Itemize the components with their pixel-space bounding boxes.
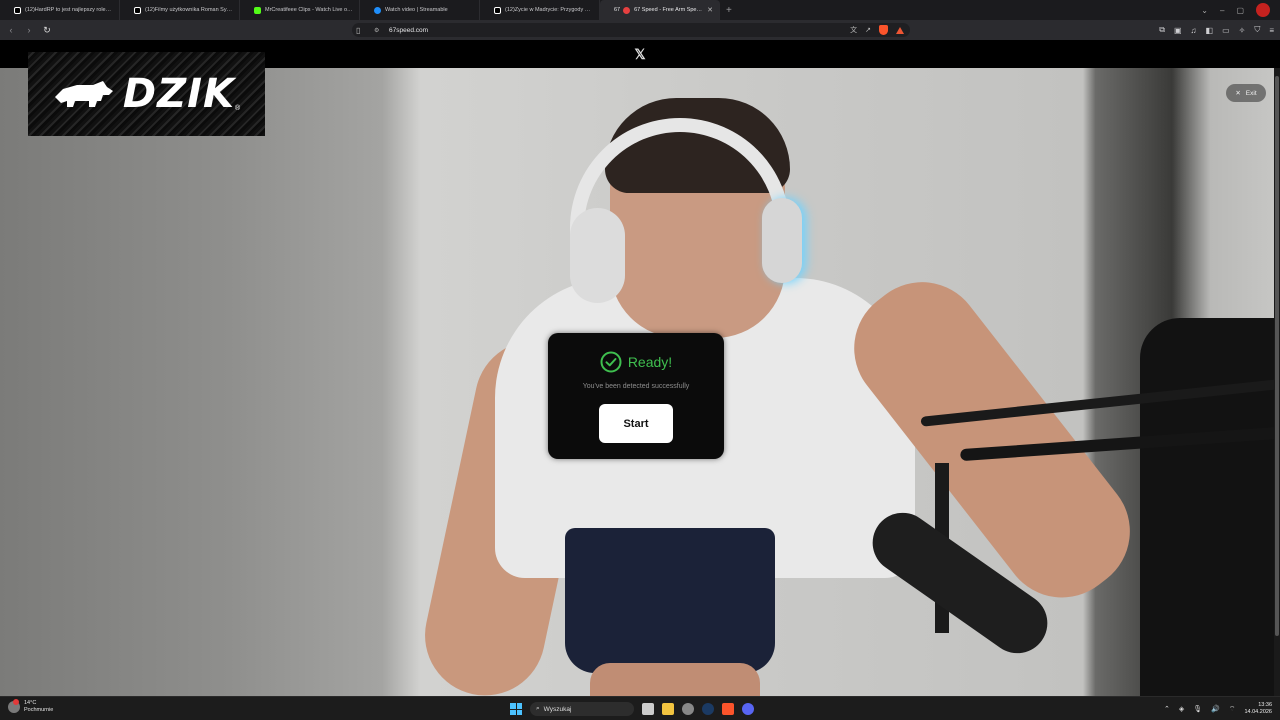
- kick-icon: [254, 6, 261, 14]
- x-logo-icon[interactable]: 𝕏: [634, 46, 645, 63]
- legs: [590, 663, 760, 696]
- sidebar-icon[interactable]: ◧: [1206, 26, 1214, 35]
- tab-prefix: 67: [614, 7, 621, 13]
- chevron-up-icon[interactable]: ⌃: [1164, 705, 1170, 713]
- weather-temp: 14°C: [24, 700, 37, 706]
- extension-red-icon[interactable]: [1256, 3, 1270, 17]
- start-button[interactable]: Start: [599, 404, 673, 443]
- brand-name: DZIK: [122, 71, 235, 117]
- tab-67speed[interactable]: 67 67 Speed - Free Arm Speed G... ✕: [600, 0, 720, 20]
- reload-icon[interactable]: ↻: [40, 23, 54, 37]
- tiktok-icon: [134, 6, 141, 14]
- brave-shield-icon[interactable]: [879, 25, 888, 35]
- ready-title: Ready!: [627, 354, 673, 370]
- navigation-bar: ‹ › ↻ ▯ ⚙ 67speed.com 文 ↗ ⧉ ▣ ♫ ◧ ▭ ✧ ⛉ …: [0, 20, 1280, 40]
- chair-background: [1140, 318, 1274, 696]
- volume-icon[interactable]: 🔊: [1211, 705, 1220, 713]
- search-placeholder: Wyszukaj: [543, 705, 572, 713]
- boar-icon: [54, 81, 113, 107]
- dzik-logo: DZIK ®: [28, 52, 265, 136]
- browser-toolbar: ⧉ ▣ ♫ ◧ ▭ ✧ ⛉ ≡: [1159, 20, 1274, 40]
- headphones-left-cup: [570, 208, 625, 303]
- steam-icon[interactable]: [702, 703, 714, 715]
- tab-title: (12)Filmy użytkownika Roman Syrot...: [145, 7, 233, 13]
- brave-icon[interactable]: [722, 703, 734, 715]
- forward-icon[interactable]: ›: [22, 23, 36, 37]
- scrollbar-thumb[interactable]: [1275, 76, 1279, 636]
- wifi-icon[interactable]: ⌔: [1229, 705, 1236, 714]
- wallet-icon[interactable]: ▣: [1174, 26, 1182, 35]
- tab-madryt[interactable]: (12)Życie w Madrycie: Przygody w Tri...: [480, 0, 600, 20]
- bookmark-icon[interactable]: ▯: [356, 26, 360, 35]
- detected-message: You've been detected successfully: [582, 383, 690, 390]
- tab-title: (12)Życie w Madrycie: Przygody w Tri...: [505, 7, 593, 13]
- weather-widget[interactable]: 14°C Pochmurnie: [8, 699, 54, 714]
- window-controls: ⌄ – ▢: [1201, 0, 1280, 20]
- tab-search-icon[interactable]: ⌄: [1201, 6, 1208, 15]
- tab-manager-icon[interactable]: ▭: [1222, 26, 1230, 35]
- tab-roman-syrot[interactable]: (12)Filmy użytkownika Roman Syrot...: [120, 0, 240, 20]
- share-icon[interactable]: ↗: [865, 26, 871, 34]
- tab-title: MrCreatifeee Clips - Watch Live on K...: [265, 7, 353, 13]
- site-info-icon[interactable]: ⚙: [374, 27, 379, 34]
- url-text[interactable]: 67speed.com: [389, 27, 428, 34]
- maximize-icon[interactable]: ▢: [1236, 6, 1244, 15]
- browser-tab-strip: (12)HardRP to jest najlepszy rolepla... …: [0, 0, 1280, 20]
- task-view-icon[interactable]: [642, 703, 654, 715]
- windows-start-icon[interactable]: [510, 703, 522, 715]
- 67-icon: [623, 6, 631, 14]
- close-tab-icon[interactable]: ✕: [707, 6, 713, 14]
- tab-title: (12)HardRP to jest najlepszy rolepla...: [25, 7, 113, 13]
- tiktok-icon: [14, 6, 21, 14]
- tab-streamable[interactable]: Watch video | Streamable: [360, 0, 480, 20]
- music-icon[interactable]: ♫: [1191, 26, 1197, 35]
- extensions-icon[interactable]: ⧉: [1159, 25, 1165, 35]
- file-explorer-icon[interactable]: [662, 703, 674, 715]
- mic-icon[interactable]: 🎙: [1193, 705, 1202, 713]
- tab-title: Watch video | Streamable: [385, 7, 448, 13]
- address-bar[interactable]: ▯ ⚙ 67speed.com 文 ↗: [352, 23, 910, 37]
- back-icon[interactable]: ‹: [4, 23, 18, 37]
- ready-header: Ready!: [548, 351, 724, 373]
- page-content: 𝕏 DZIK ® ✕ Exit Ready! You've been detec…: [0, 40, 1280, 696]
- tab-title: 67 Speed - Free Arm Speed G...: [634, 7, 703, 13]
- taskbar: 14°C Pochmurnie ⌕ Wyszukaj ⌃ ◈ 🎙 🔊 ⌔ 13:…: [0, 696, 1280, 720]
- minimize-icon[interactable]: –: [1220, 6, 1224, 15]
- leo-icon[interactable]: ✧: [1239, 26, 1246, 35]
- taskbar-search[interactable]: ⌕ Wyszukaj: [530, 702, 634, 716]
- taskbar-apps: ⌕ Wyszukaj: [510, 699, 754, 719]
- check-circle-icon: [600, 351, 622, 373]
- discord-icon[interactable]: [742, 703, 754, 715]
- system-tray: ⌃ ◈ 🎙 🔊 ⌔ 13:36 14.04.2026: [1164, 699, 1272, 719]
- translate-icon[interactable]: 文: [850, 25, 857, 35]
- tab-hardrp[interactable]: (12)HardRP to jest najlepszy rolepla...: [0, 0, 120, 20]
- streamable-icon: [374, 6, 381, 14]
- headphones-right-cup: [762, 198, 802, 283]
- weather-condition: Pochmurnie: [24, 707, 54, 713]
- tab-kick-clips[interactable]: MrCreatifeee Clips - Watch Live on K...: [240, 0, 360, 20]
- shorts: [565, 528, 775, 673]
- clock[interactable]: 13:36 14.04.2026: [1244, 702, 1272, 716]
- menu-icon[interactable]: ≡: [1269, 26, 1274, 35]
- search-icon: ⌕: [536, 705, 540, 712]
- cloud-icon: [8, 699, 20, 713]
- brave-rewards-icon[interactable]: [896, 26, 904, 34]
- new-tab-button[interactable]: +: [726, 5, 732, 16]
- clock-time: 13:36: [1258, 702, 1272, 708]
- exit-label: Exit: [1245, 89, 1257, 97]
- exit-button[interactable]: ✕ Exit: [1226, 84, 1266, 102]
- close-icon: ✕: [1235, 90, 1241, 97]
- vpn-icon[interactable]: ⛉: [1254, 25, 1260, 35]
- registered-mark: ®: [234, 105, 241, 112]
- page-scrollbar[interactable]: [1274, 68, 1280, 696]
- clock-date: 14.04.2026: [1244, 709, 1272, 715]
- network-icon[interactable]: ◈: [1179, 705, 1184, 713]
- tiktok-icon: [494, 6, 501, 14]
- chrome-icon[interactable]: [682, 703, 694, 715]
- ready-dialog: Ready! You've been detected successfully…: [548, 333, 724, 459]
